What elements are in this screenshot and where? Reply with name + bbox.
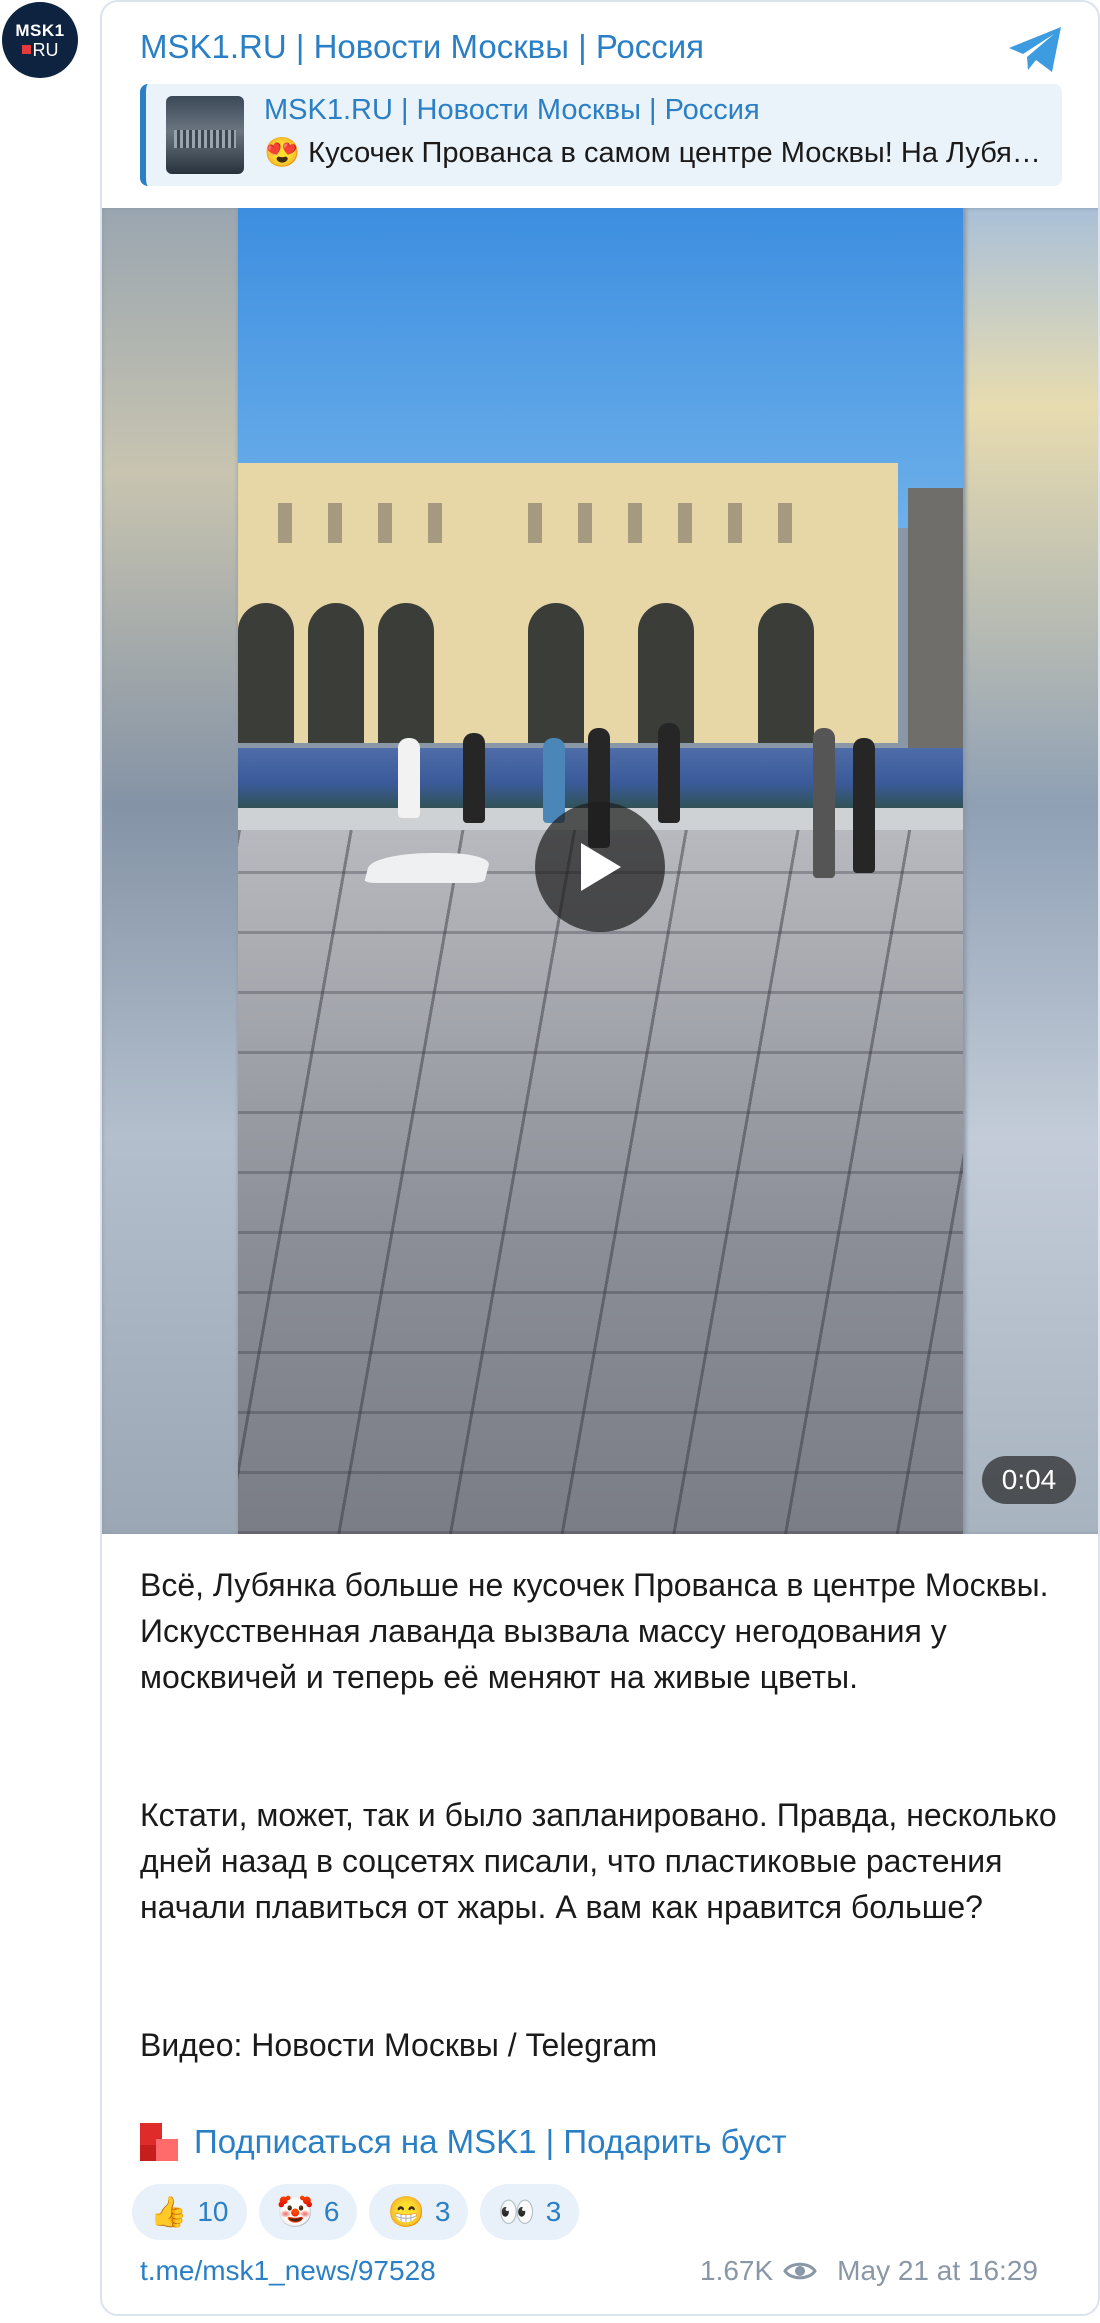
post-meta: 1.67K May 21 at 16:29: [700, 2255, 1038, 2287]
heart-eyes-icon: 😍: [264, 137, 301, 169]
play-icon: [581, 843, 621, 891]
video-paving: [238, 830, 963, 1534]
reply-quote[interactable]: MSK1.RU | Новости Москвы | Россия 😍 Кусо…: [140, 84, 1062, 186]
reaction-count: 3: [545, 2196, 562, 2227]
video-tarp: [363, 853, 493, 883]
thumbs-up-icon: 👍: [150, 2195, 188, 2229]
video-building: [238, 463, 898, 743]
reply-text: 😍 Кусочек Прованса в самом центре Москвы…: [264, 136, 1054, 170]
video-blur-right: [966, 208, 1098, 1534]
video-person: [813, 728, 835, 878]
reaction-count: 3: [434, 2196, 451, 2227]
video-person: [658, 723, 680, 823]
reactions-bar: 👍 10 🤡 6 😁 3 👀 3: [132, 2184, 580, 2240]
message-card: MSK1.RU | Новости Москвы | Россия MSK1.R…: [100, 0, 1100, 2316]
clown-icon: 🤡: [276, 2195, 314, 2229]
post-date: May 21 at 16:29: [837, 2255, 1038, 2286]
post-credit: Видео: Новости Москвы / Telegram: [140, 2027, 658, 2063]
reaction-clown[interactable]: 🤡 6: [258, 2184, 358, 2240]
view-count: 1.67K: [700, 2255, 774, 2286]
reply-channel-name: MSK1.RU | Новости Москвы | Россия: [264, 94, 760, 126]
reply-text-body: Кусочек Прованса в самом центре Москвы! …: [308, 137, 1054, 169]
channel-name-link[interactable]: MSK1.RU | Новости Москвы | Россия: [140, 28, 704, 66]
avatar-text-top: MSK1: [15, 20, 65, 40]
video-person: [543, 738, 565, 823]
video-person: [463, 733, 485, 823]
grin-icon: 😁: [387, 2195, 425, 2229]
post-paragraph: Кстати, может, так и было запланировано.…: [140, 1797, 1057, 1925]
reaction-thumbs-up[interactable]: 👍 10: [132, 2184, 247, 2240]
channel-avatar[interactable]: MSK1 RU: [2, 2, 78, 78]
eyes-icon: 👀: [498, 2195, 536, 2229]
video-person: [853, 738, 875, 873]
reaction-count: 10: [197, 2196, 229, 2227]
post-paragraph: Всё, Лубянка больше не кусочек Прованса …: [140, 1567, 1049, 1695]
subscribe-boost-link[interactable]: Подписаться на MSK1 | Подарить буст: [140, 2120, 787, 2164]
video-player[interactable]: 0:04: [102, 208, 1098, 1534]
telegram-icon[interactable]: [1006, 24, 1066, 76]
reaction-eyes[interactable]: 👀 3: [480, 2184, 580, 2240]
reaction-grin[interactable]: 😁 3: [369, 2184, 469, 2240]
video-duration: 0:04: [982, 1456, 1076, 1504]
subscribe-label: Подписаться на MSK1 | Подарить буст: [194, 2123, 787, 2160]
video-tower: [908, 488, 963, 788]
reaction-count: 6: [323, 2196, 340, 2227]
msk1-logo-icon: [140, 2123, 178, 2161]
eye-icon: [783, 2262, 817, 2280]
video-blur-left: [102, 208, 238, 1534]
avatar-text-ru: RU: [32, 39, 59, 60]
video-person: [398, 738, 420, 818]
reply-thumbnail: [166, 96, 244, 174]
play-button[interactable]: [535, 802, 665, 932]
avatar-text-bottom: RU: [21, 39, 59, 60]
post-link[interactable]: t.me/msk1_news/97528: [140, 2255, 436, 2287]
avatar-red-square: [21, 45, 31, 54]
